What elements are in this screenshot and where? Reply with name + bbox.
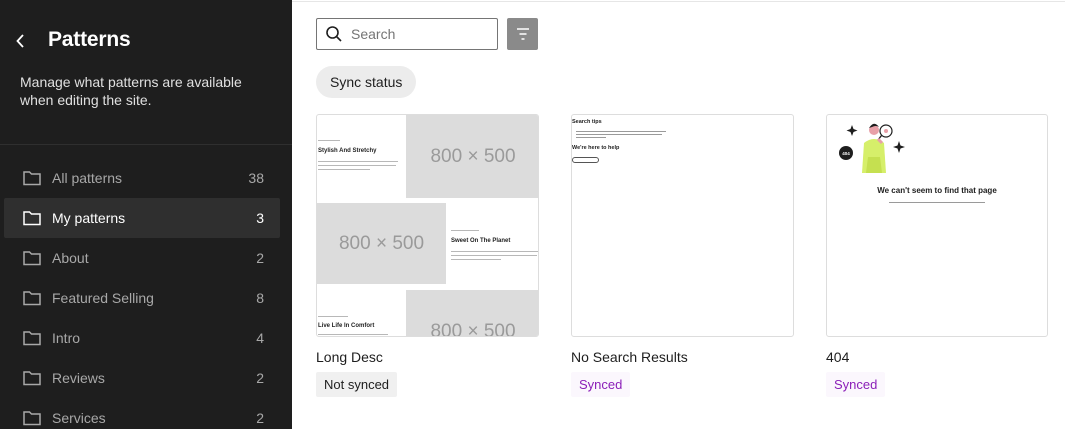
folder-icon — [22, 367, 44, 389]
image-placeholder: 800 × 500 — [406, 115, 538, 198]
folder-icon — [22, 287, 44, 309]
sidebar-item-all-patterns[interactable]: All patterns 38 — [4, 158, 280, 198]
preview-line — [318, 169, 370, 170]
sidebar-item-label: All patterns — [52, 170, 123, 186]
sidebar-item-count: 3 — [256, 210, 264, 226]
preview-line — [451, 230, 479, 231]
sidebar-item-count: 8 — [256, 290, 264, 306]
sync-status-badge: Synced — [826, 372, 886, 397]
preview-line — [451, 259, 501, 260]
preview-heading: Search tips — [572, 119, 602, 125]
preview-heading: We're here to help — [572, 145, 620, 151]
pattern-card-no-search-results[interactable]: Search tips We're here to help — [571, 114, 794, 337]
preview-line — [451, 255, 537, 256]
preview-line — [318, 165, 396, 166]
folder-icon — [22, 247, 44, 269]
preview-line — [318, 161, 398, 162]
sidebar-item-count: 2 — [256, 410, 264, 426]
preview-line — [451, 251, 538, 252]
sidebar-item-label: Reviews — [52, 370, 105, 386]
sidebar-item-featured-selling[interactable]: Featured Selling 8 — [4, 278, 280, 318]
preview-line — [318, 316, 348, 317]
sidebar-item-count: 2 — [256, 250, 264, 266]
sync-status-badge: Synced — [571, 372, 631, 397]
sidebar-item-label: My patterns — [52, 210, 126, 226]
illustration-image: 404 — [839, 123, 905, 173]
pattern-title[interactable]: No Search Results — [571, 349, 688, 365]
sidebar-nav: All patterns 38 My patterns 3 About 2 Fe… — [4, 158, 280, 429]
pattern-title[interactable]: 404 — [826, 349, 849, 365]
filter-button[interactable] — [507, 18, 538, 50]
preview-heading: Live Life In Comfort — [318, 323, 375, 329]
svg-text:404: 404 — [842, 151, 850, 156]
preview-heading: We can't seem to find that page — [877, 186, 997, 195]
sidebar: Patterns Manage what patterns are availa… — [0, 0, 292, 429]
sidebar-item-count: 4 — [256, 330, 264, 346]
pattern-card-404[interactable]: 404 We can't seem to find that page — [826, 114, 1048, 337]
sidebar-description: Manage what patterns are available when … — [20, 74, 242, 108]
sidebar-item-label: Intro — [52, 330, 81, 346]
search-box[interactable] — [316, 18, 498, 50]
preview-line — [576, 137, 606, 138]
sidebar-item-intro[interactable]: Intro 4 — [4, 318, 280, 358]
sidebar-item-label: About — [52, 250, 89, 266]
preview-line — [889, 202, 985, 203]
sidebar-item-count: 38 — [248, 170, 264, 186]
preview-line — [576, 131, 666, 132]
folder-icon — [22, 327, 44, 349]
header-border — [292, 0, 1065, 2]
sidebar-item-about[interactable]: About 2 — [4, 238, 280, 278]
pattern-title[interactable]: Long Desc — [316, 349, 383, 365]
sync-status-badge: Not synced — [316, 372, 398, 397]
sidebar-item-reviews[interactable]: Reviews 2 — [4, 358, 280, 398]
sidebar-item-label: Services — [52, 410, 106, 426]
sidebar-item-count: 2 — [256, 370, 264, 386]
image-placeholder: 800 × 500 — [317, 203, 446, 284]
sidebar-item-my-patterns[interactable]: My patterns 3 — [4, 198, 280, 238]
preview-heading: Stylish And Stretchy — [318, 148, 377, 154]
search-icon — [326, 26, 342, 42]
preview-line — [318, 334, 388, 335]
folder-icon — [22, 167, 44, 189]
chevron-left-icon — [16, 34, 24, 48]
preview-line — [576, 134, 662, 135]
sync-status-chip[interactable]: Sync status — [316, 66, 417, 98]
back-button[interactable] — [10, 30, 32, 52]
sidebar-divider — [0, 144, 292, 145]
preview-line — [318, 140, 340, 141]
folder-icon — [22, 207, 44, 229]
folder-icon — [22, 407, 44, 429]
filter-icon — [516, 28, 529, 40]
sidebar-item-services[interactable]: Services 2 — [4, 398, 280, 429]
sidebar-title: Patterns — [48, 28, 131, 51]
image-placeholder: 800 × 500 — [406, 290, 538, 336]
preview-heading: Sweet On The Planet — [451, 238, 511, 244]
sidebar-item-label: Featured Selling — [52, 290, 154, 306]
search-input[interactable] — [351, 26, 491, 42]
pattern-card-long-desc[interactable]: 800 × 500 Stylish And Stretchy 800 × 500… — [316, 114, 539, 337]
preview-button — [572, 157, 599, 163]
